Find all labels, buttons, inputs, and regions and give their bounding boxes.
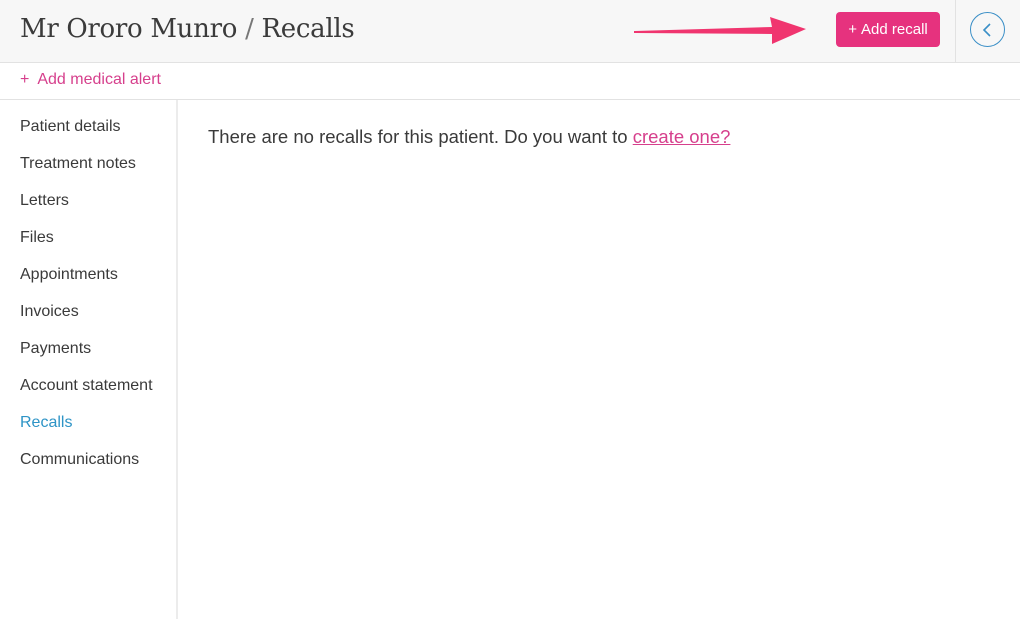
sidebar-nav: Patient details Treatment notes Letters … [0,100,178,619]
main-content: There are no recalls for this patient. D… [178,100,1020,619]
sidebar-item-account-statement[interactable]: Account statement [20,377,153,395]
patient-name: Mr Ororo Munro [20,14,238,44]
sidebar-item-treatment-notes[interactable]: Treatment notes [20,155,136,173]
add-recall-label: Add recall [861,21,928,38]
add-medical-alert-label: Add medical alert [37,71,161,88]
page-header: Mr Ororo Munro / Recalls + Add recall [0,0,1020,63]
chevron-left-icon [982,22,991,37]
sidebar-item-appointments[interactable]: Appointments [20,266,118,284]
add-recall-button[interactable]: + Add recall [836,12,940,47]
header-divider [955,0,956,63]
breadcrumb-separator: / [245,14,254,44]
plus-icon: + [20,71,30,88]
sidebar-item-payments[interactable]: Payments [20,340,91,358]
sidebar-item-letters[interactable]: Letters [20,192,69,210]
empty-state-message: There are no recalls for this patient. D… [208,126,730,148]
back-button[interactable] [970,12,1005,47]
create-recall-link[interactable]: create one? [633,126,731,147]
add-medical-alert-link[interactable]: + Add medical alert [20,71,161,89]
empty-state-text: There are no recalls for this patient. D… [208,126,628,147]
medical-alert-bar: + Add medical alert [0,63,1020,100]
sidebar-item-invoices[interactable]: Invoices [20,303,79,321]
sidebar-item-communications[interactable]: Communications [20,451,139,469]
sidebar-item-files[interactable]: Files [20,229,54,247]
plus-icon: + [848,21,858,38]
sidebar-item-patient-details[interactable]: Patient details [20,118,121,136]
annotation-arrow-icon [634,17,806,44]
page-title: Mr Ororo Munro / Recalls [20,14,355,44]
section-title: Recalls [261,14,355,44]
sidebar-item-recalls[interactable]: Recalls [20,414,72,432]
